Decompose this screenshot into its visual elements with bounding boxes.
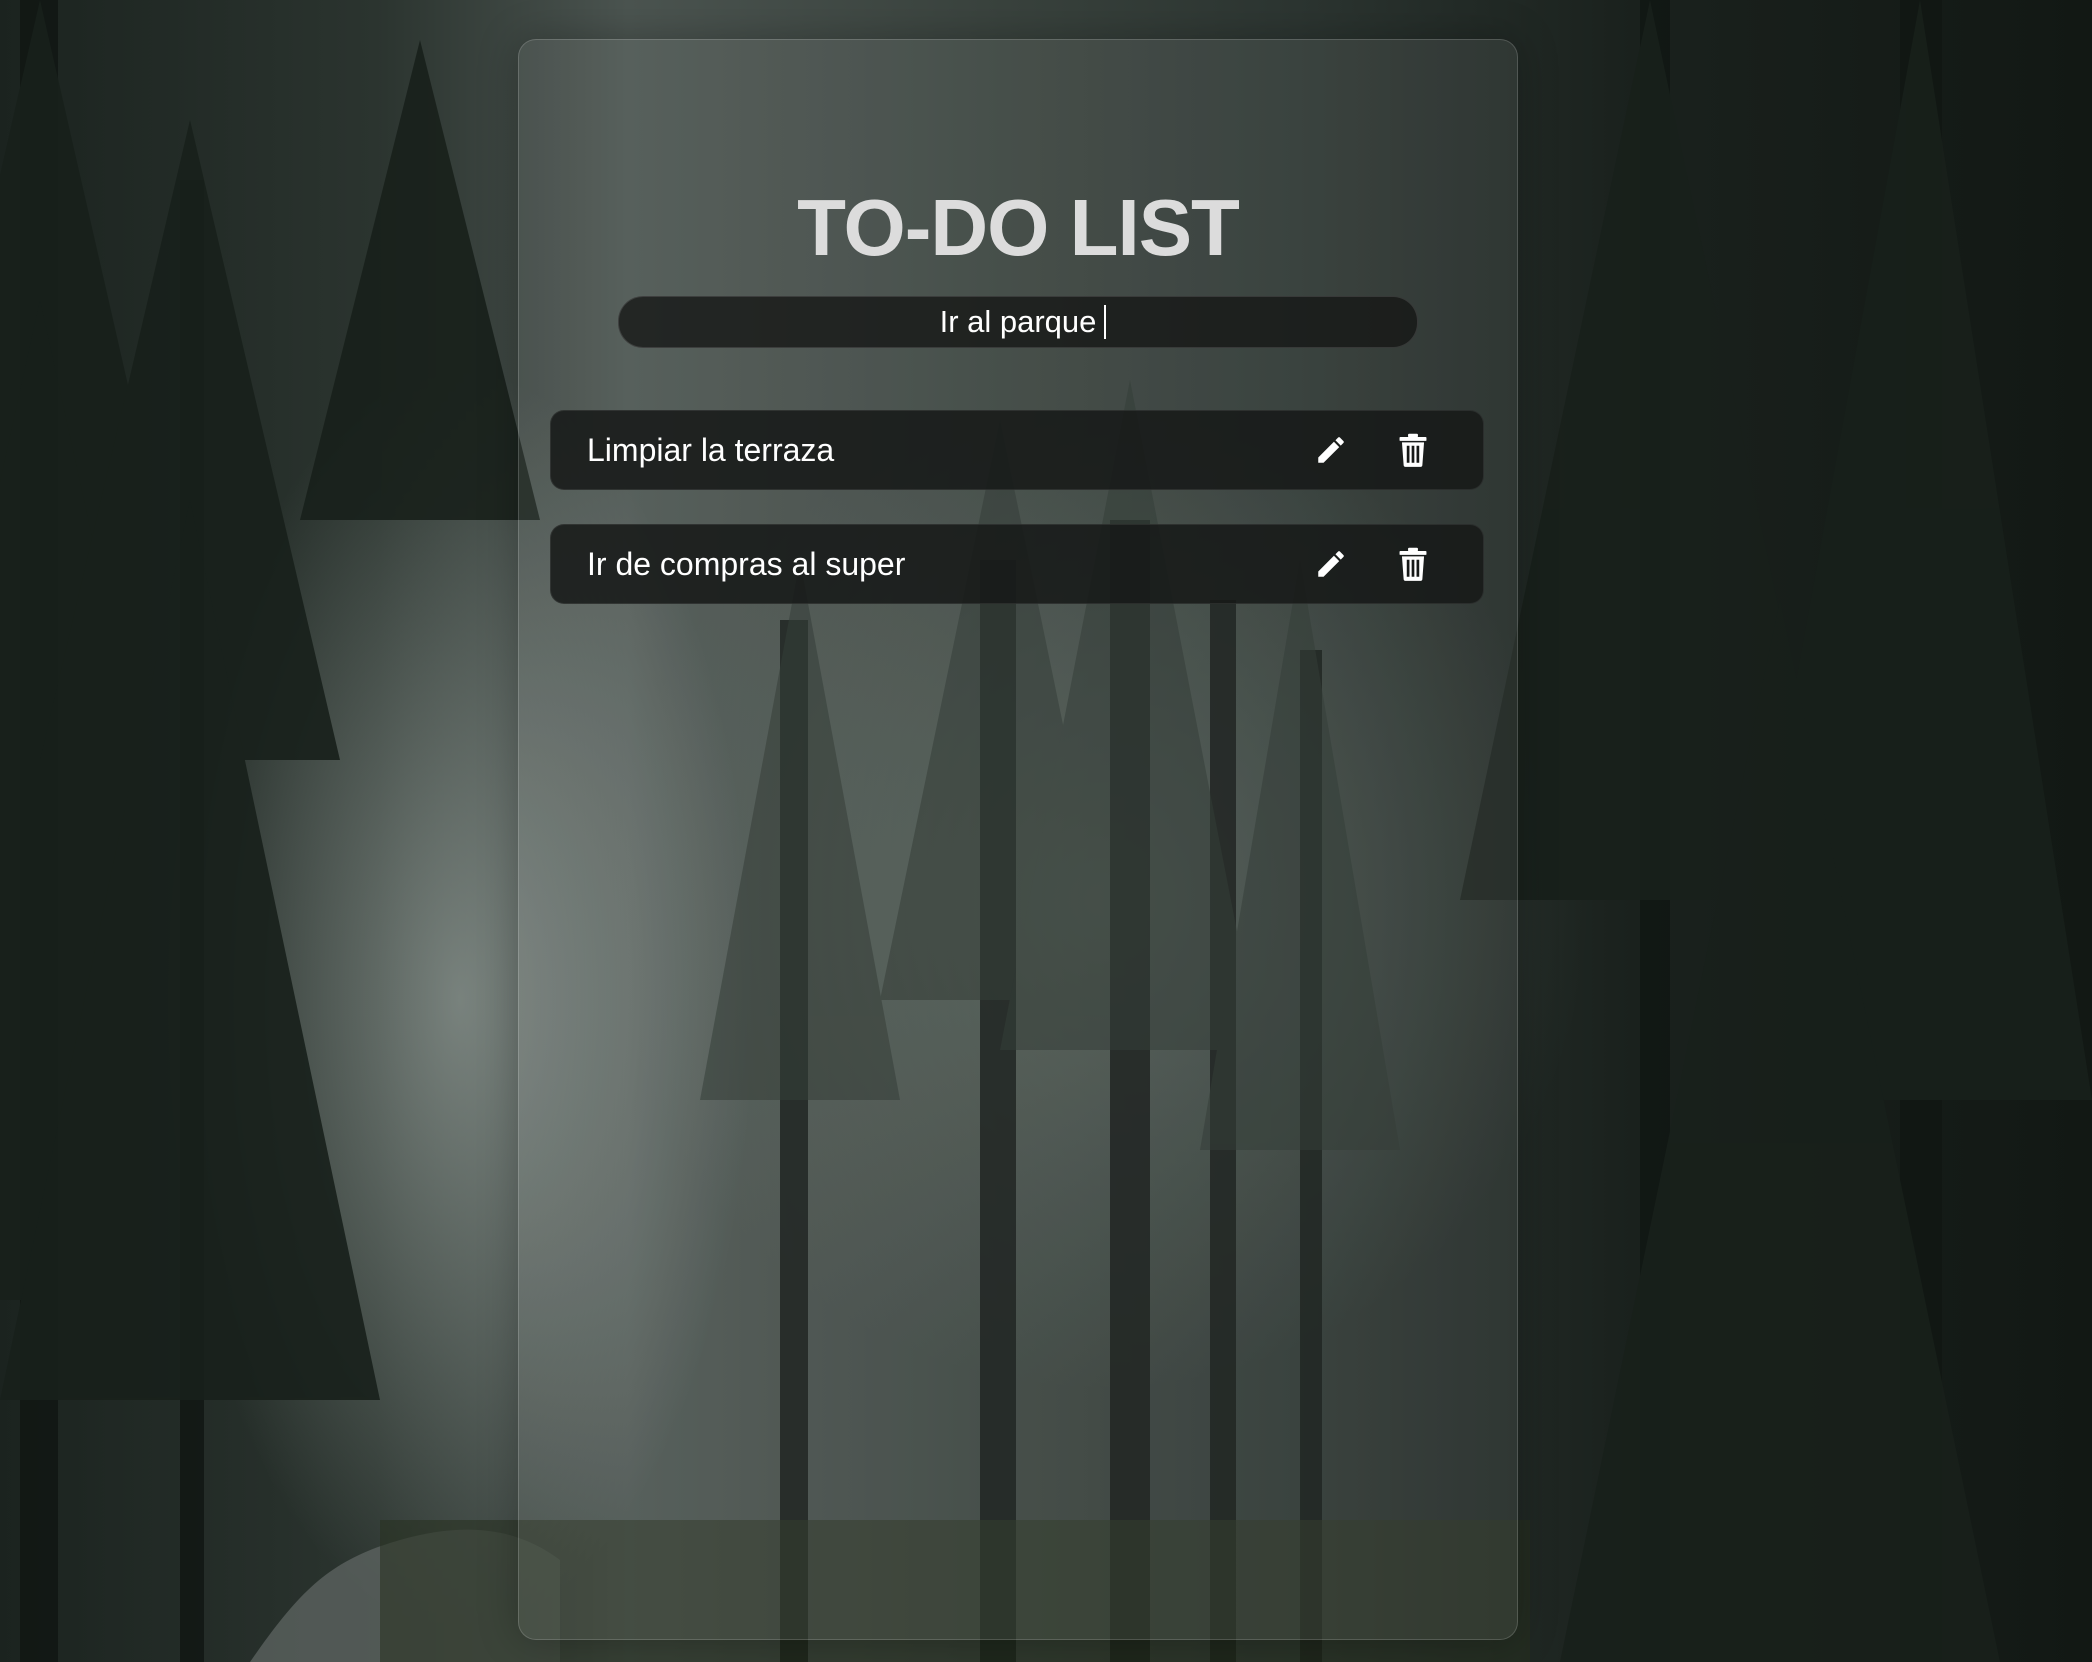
pencil-icon[interactable] [1309,428,1353,472]
todo-panel: TO-DO LIST [518,39,1518,1640]
trash-icon[interactable] [1391,428,1435,472]
task-item: Limpiar la terraza [550,410,1484,490]
trash-icon[interactable] [1391,542,1435,586]
task-text: Ir de compras al super [587,545,906,582]
delete-task-icon [1399,547,1427,581]
page-title: TO-DO LIST [797,183,1240,272]
task-text: Limpiar la terraza [587,431,835,468]
edit-task-icon [1318,437,1344,463]
new-task-input[interactable] [619,297,1417,347]
delete-task-icon [1399,433,1427,467]
pencil-icon[interactable] [1309,542,1353,586]
edit-task-icon [1318,551,1344,577]
task-item: Ir de compras al super [550,524,1484,604]
text-caret [1104,305,1106,339]
new-task-field[interactable] [618,296,1418,348]
task-list: Limpiar la terraza Ir de compras al supe… [550,410,1484,638]
